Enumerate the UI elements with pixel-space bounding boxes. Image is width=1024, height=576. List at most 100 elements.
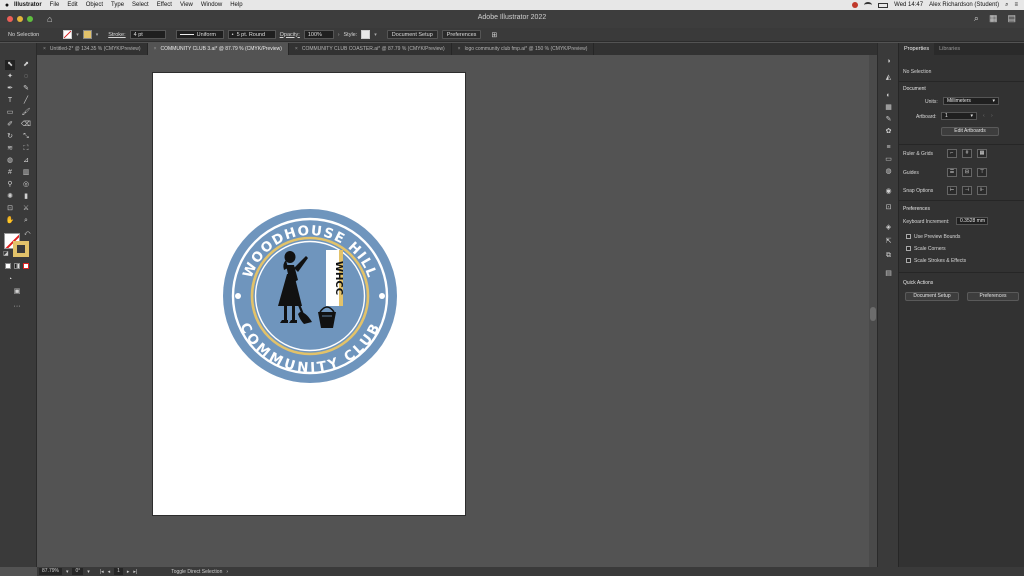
- type-tool-icon[interactable]: T: [5, 96, 15, 106]
- appearance-panel-icon[interactable]: ◑: [883, 57, 894, 66]
- next-artboard-icon[interactable]: ▸: [127, 569, 130, 575]
- shape-builder-tool-icon[interactable]: ◍: [5, 156, 15, 166]
- perspective-grid-tool-icon[interactable]: ⊿: [21, 156, 31, 166]
- arrange-documents-icon[interactable]: ▦: [989, 13, 998, 24]
- search-icon[interactable]: ⌕: [1005, 2, 1008, 9]
- rotation-field[interactable]: 0°: [72, 568, 84, 575]
- gradient-panel-icon[interactable]: ▭: [883, 155, 894, 164]
- control-center-icon[interactable]: ≡: [1014, 2, 1018, 8]
- symbol-sprayer-tool-icon[interactable]: ✺: [5, 192, 15, 202]
- tab-libraries[interactable]: Libraries: [934, 43, 965, 55]
- tab-untitled-2[interactable]: × Untitled-2* @ 134.35 % (CMYK/Preview): [37, 43, 148, 55]
- units-select[interactable]: Millimeters ▾: [943, 97, 999, 105]
- eraser-tool-icon[interactable]: ⌫: [21, 120, 31, 130]
- vertical-scrollbar[interactable]: [869, 55, 877, 567]
- chevron-down-icon[interactable]: ▾: [96, 32, 99, 38]
- transparency-grid-icon[interactable]: ▦: [977, 149, 987, 158]
- menu-effect[interactable]: Effect: [157, 2, 172, 8]
- variable-width-profile[interactable]: Uniform: [175, 30, 224, 39]
- last-artboard-icon[interactable]: ▸|: [133, 569, 137, 575]
- graphic-styles-icon[interactable]: ◭: [883, 73, 894, 82]
- gradient-tool-icon[interactable]: ▥: [21, 168, 31, 178]
- artboards-panel-icon[interactable]: ⇱: [883, 237, 894, 246]
- chevron-down-icon[interactable]: ▾: [66, 569, 69, 575]
- align-panel-icon[interactable]: ◉: [883, 187, 894, 196]
- mesh-tool-icon[interactable]: #: [5, 168, 15, 178]
- menu-object[interactable]: Object: [86, 2, 103, 8]
- scale-tool-icon[interactable]: ⤡: [21, 132, 31, 142]
- brushes-panel-icon[interactable]: ✎: [883, 115, 894, 124]
- menu-edit[interactable]: Edit: [67, 2, 77, 8]
- first-artboard-icon[interactable]: |◂: [100, 569, 104, 575]
- grid-icon[interactable]: #: [962, 149, 972, 158]
- chevron-down-icon[interactable]: ▾: [374, 32, 377, 38]
- tab-properties[interactable]: Properties: [899, 43, 935, 55]
- snap-to-pixel-icon[interactable]: ⊣: [962, 186, 972, 195]
- home-icon[interactable]: ⌂: [47, 14, 52, 24]
- minimize-window-icon[interactable]: [17, 16, 23, 22]
- menu-file[interactable]: File: [50, 2, 60, 8]
- color-mode-icon[interactable]: [5, 263, 11, 269]
- app-menu[interactable]: Illustrator: [14, 2, 42, 8]
- shaper-tool-icon[interactable]: ✐: [5, 120, 15, 130]
- scale-corners-checkbox[interactable]: [906, 246, 911, 251]
- chevron-down-icon[interactable]: ▾: [87, 569, 90, 575]
- chevron-right-icon[interactable]: ›: [338, 32, 340, 38]
- scale-corners-label[interactable]: Scale Corners: [914, 246, 946, 252]
- opacity-label[interactable]: Opacity:: [280, 32, 300, 38]
- edit-artboards-button[interactable]: Edit Artboards: [941, 127, 999, 136]
- lock-guides-icon[interactable]: ⊟: [962, 168, 972, 177]
- comments-panel-icon[interactable]: ▤: [883, 269, 894, 278]
- stroke-weight-field[interactable]: 4 pt: [129, 30, 166, 39]
- next-artboard-icon[interactable]: ›: [991, 113, 993, 119]
- pen-tool-icon[interactable]: ✒: [5, 84, 15, 94]
- transparency-panel-icon[interactable]: ◍: [883, 167, 894, 176]
- clock[interactable]: Wed 14:47: [894, 2, 923, 8]
- fill-swatch[interactable]: [63, 30, 73, 39]
- hand-tool-icon[interactable]: ✋: [5, 216, 15, 226]
- keyboard-increment-field[interactable]: 0.3528 mm: [956, 217, 988, 225]
- close-window-icon[interactable]: [7, 16, 13, 22]
- rotate-tool-icon[interactable]: ↻: [5, 132, 15, 142]
- scale-strokes-label[interactable]: Scale Strokes & Effects: [914, 258, 966, 264]
- menu-window[interactable]: Window: [201, 2, 222, 8]
- free-transform-tool-icon[interactable]: ⛶: [21, 144, 31, 154]
- menu-type[interactable]: Type: [111, 2, 124, 8]
- stroke-panel-icon[interactable]: ≡: [883, 143, 894, 152]
- default-fill-stroke-icon[interactable]: ◪: [3, 250, 9, 257]
- brush-definition[interactable]: • 5 pt. Round: [227, 30, 276, 39]
- style-swatch[interactable]: [361, 30, 371, 39]
- slice-tool-icon[interactable]: ⚔: [21, 204, 31, 214]
- menu-select[interactable]: Select: [132, 2, 149, 8]
- width-tool-icon[interactable]: ≋: [5, 144, 15, 154]
- zoom-tool-icon[interactable]: ⌕: [21, 216, 31, 226]
- stroke-label[interactable]: Stroke:: [108, 32, 125, 38]
- selection-tool-icon[interactable]: ⬉: [5, 60, 15, 70]
- quick-document-setup-button[interactable]: Document Setup: [905, 292, 959, 301]
- battery-icon[interactable]: [878, 2, 889, 8]
- line-tool-icon[interactable]: ╱: [21, 96, 31, 106]
- blend-tool-icon[interactable]: ◎: [21, 180, 31, 190]
- tab-community-club-coaster[interactable]: × COMMUNITY CLUB COASTER.ai* @ 87.79 % (C…: [289, 43, 452, 55]
- use-preview-bounds-label[interactable]: Use Preview Bounds: [914, 234, 960, 240]
- paintbrush-tool-icon[interactable]: 🖌: [21, 108, 31, 118]
- previous-artboard-icon[interactable]: ‹: [983, 113, 985, 119]
- canvas-area[interactable]: WOODHOUSE HILL COMMUNITY CLUB WHCC: [37, 55, 869, 567]
- show-guides-icon[interactable]: ☰: [947, 168, 957, 177]
- more-tools-icon[interactable]: ···: [12, 302, 22, 312]
- links-panel-icon[interactable]: ⧉: [883, 251, 894, 260]
- ruler-icon[interactable]: ⌐: [947, 149, 957, 158]
- menu-help[interactable]: Help: [230, 2, 242, 8]
- zoom-level[interactable]: 87.79%: [39, 568, 62, 575]
- preferences-button[interactable]: Preferences: [441, 30, 482, 39]
- close-icon[interactable]: ×: [295, 46, 298, 52]
- smart-guides-icon[interactable]: ⊤: [977, 168, 987, 177]
- stroke-color-swatch[interactable]: [13, 241, 29, 257]
- opacity-field[interactable]: 100%: [303, 30, 334, 39]
- draw-mode-icon[interactable]: ◔: [5, 275, 15, 285]
- arrange-icon[interactable]: ⊞: [491, 31, 497, 39]
- magic-wand-tool-icon[interactable]: ✦: [5, 72, 15, 82]
- layers-panel-icon[interactable]: ◈: [883, 223, 894, 232]
- snap-to-glyph-icon[interactable]: ⊩: [977, 186, 987, 195]
- stroke-swatch[interactable]: [82, 30, 92, 39]
